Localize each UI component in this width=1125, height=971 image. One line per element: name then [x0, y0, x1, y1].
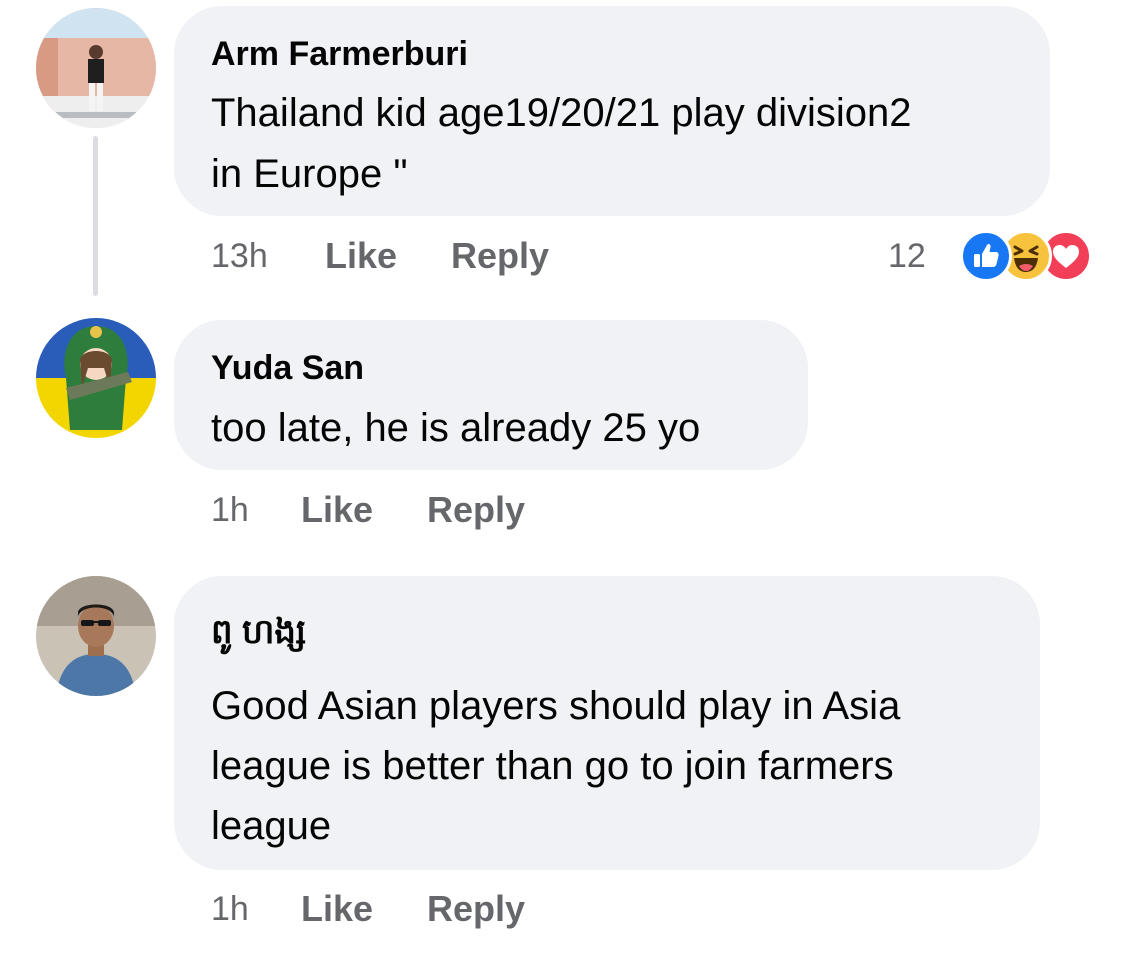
- comment-author[interactable]: ពូ ហង្ស: [211, 612, 306, 652]
- reply-button[interactable]: Reply: [451, 236, 549, 276]
- comment-text-line: league: [211, 804, 332, 848]
- avatar[interactable]: [36, 8, 156, 128]
- comment-timestamp[interactable]: 1h: [211, 490, 249, 530]
- comment-timestamp[interactable]: 13h: [211, 236, 268, 276]
- avatar[interactable]: [36, 576, 156, 696]
- reaction-summary[interactable]: 12: [885, 230, 1095, 282]
- profile-photo-icon: [36, 8, 156, 128]
- comment-text-line: in Europe ": [211, 152, 408, 196]
- comment-bubble: ពូ ហង្ស Good Asian players should play i…: [174, 576, 1040, 870]
- reaction-count: 12: [888, 237, 926, 275]
- like-button[interactable]: Like: [325, 236, 397, 276]
- like-button[interactable]: Like: [301, 490, 373, 530]
- avatar[interactable]: [36, 318, 156, 438]
- like-button[interactable]: Like: [301, 889, 373, 929]
- profile-photo-icon: [36, 318, 156, 438]
- comment-text-line: Thailand kid age19/20/21 play division2: [211, 91, 912, 135]
- comment-text-line: league is better than go to join farmers: [211, 744, 894, 788]
- comment-text-line: Good Asian players should play in Asia: [211, 684, 901, 728]
- comment-bubble: Arm Farmerburi Thailand kid age19/20/21 …: [174, 6, 1050, 216]
- reply-button[interactable]: Reply: [427, 889, 525, 929]
- comment-bubble: Yuda San too late, he is already 25 yo: [174, 320, 808, 470]
- reply-button[interactable]: Reply: [427, 490, 525, 530]
- like-reaction-icon: [960, 230, 1012, 282]
- profile-photo-icon: [36, 576, 156, 696]
- comment-author[interactable]: Arm Farmerburi: [211, 34, 468, 74]
- comment-timestamp[interactable]: 1h: [211, 889, 249, 929]
- comment-text-line: too late, he is already 25 yo: [211, 406, 701, 450]
- comment-author[interactable]: Yuda San: [211, 348, 364, 388]
- thread-connector-line: [93, 136, 98, 296]
